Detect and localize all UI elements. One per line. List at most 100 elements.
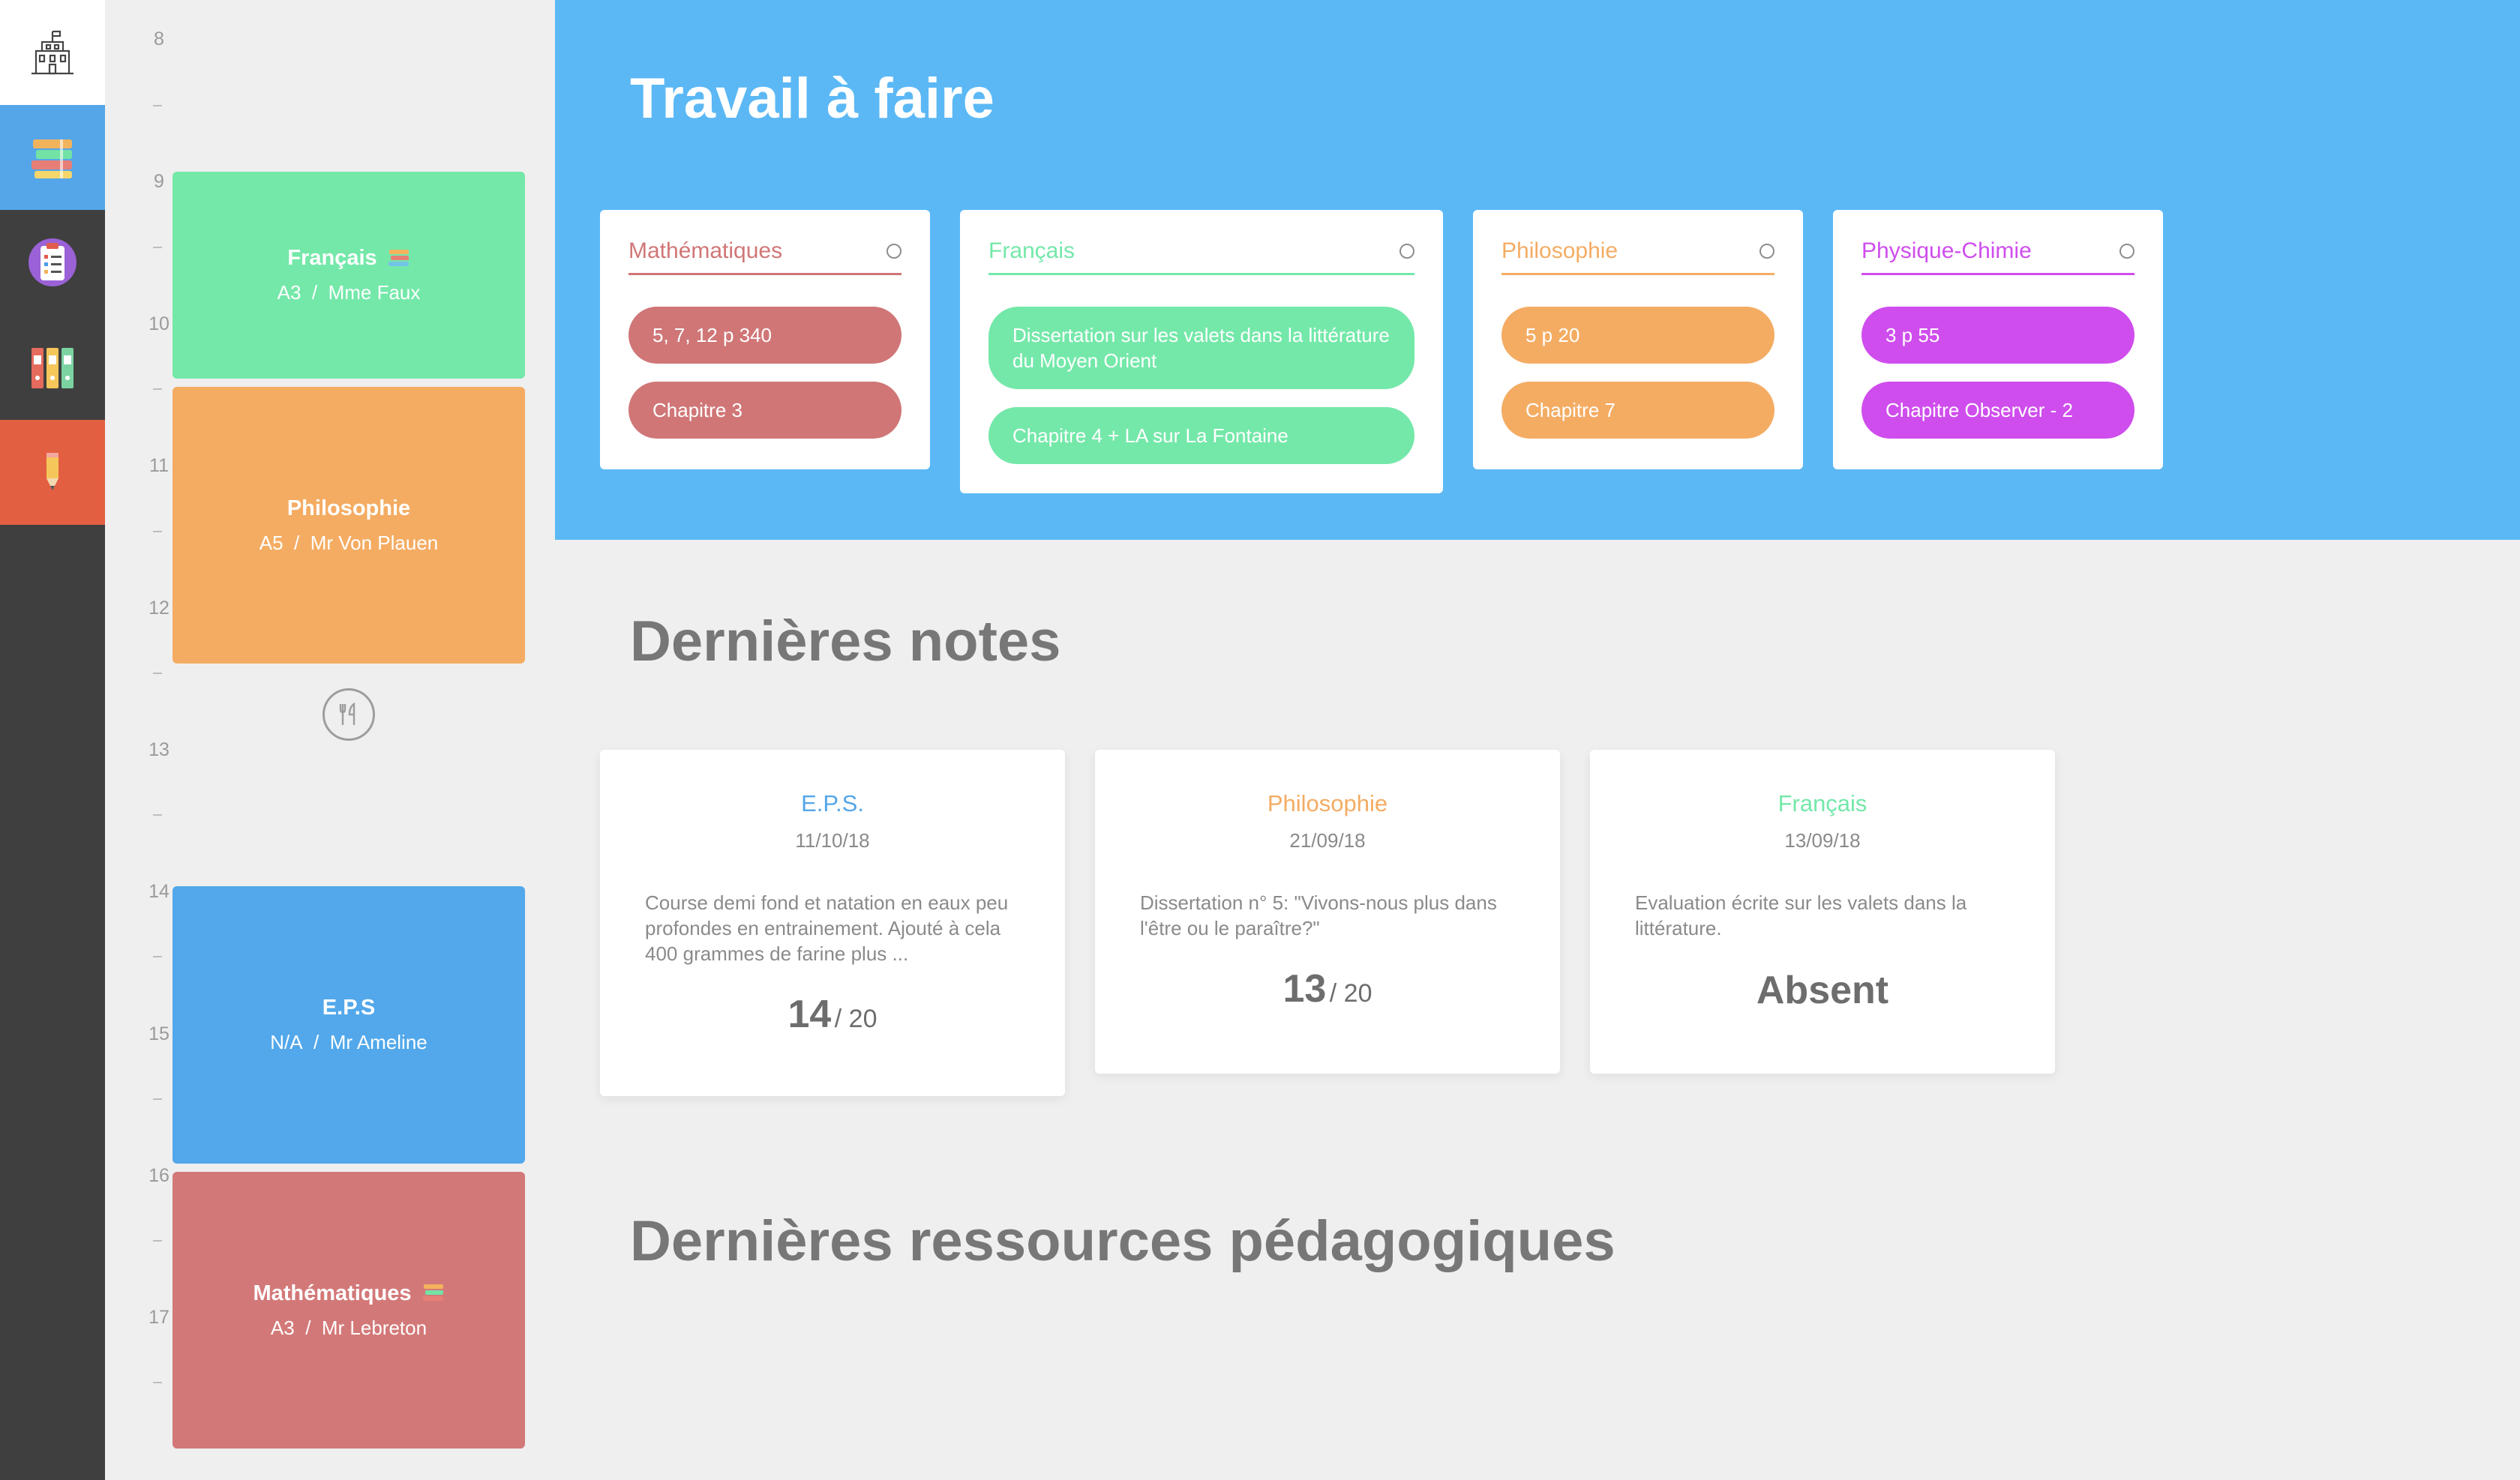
hour-label: 12 (148, 598, 170, 619)
note-grade-scale: / 20 (834, 1005, 878, 1033)
note-grade-scale: / 20 (1329, 979, 1372, 1008)
course-room: A3 (277, 281, 302, 304)
course-details: N/A / Mr Ameline (270, 1031, 428, 1054)
homework-done-toggle[interactable] (2120, 244, 2134, 259)
pencil-icon (46, 453, 58, 490)
course-teacher: Mme Faux (328, 281, 421, 304)
rail-evaluations-button[interactable] (0, 210, 105, 315)
course-separator: / (305, 1316, 311, 1339)
course-title-row: Philosophie (287, 496, 410, 521)
notes-title: Dernières notes (630, 610, 1061, 673)
note-absent-label: Absent (1756, 969, 1889, 1012)
hour-label: 13 (148, 739, 170, 760)
hour-label: 14 (148, 881, 170, 902)
course-title-row: Mathématiques (253, 1281, 444, 1306)
school-icon (32, 30, 74, 75)
homework-done-toggle[interactable] (1400, 244, 1414, 259)
homework-subject: Physique-Chimie (1862, 238, 2032, 263)
half-hour-mark (153, 1382, 162, 1383)
homework-card: Physique-Chimie 3 p 55 Chapitre Observer… (1833, 210, 2163, 469)
rail-documents-button[interactable] (0, 315, 105, 420)
homework-card: Mathématiques 5, 7, 12 p 340 Chapitre 3 (600, 210, 930, 469)
clipboard-icon (28, 238, 76, 286)
note-date: 11/10/18 (795, 829, 870, 852)
homework-task[interactable]: Dissertation sur les valets dans la litt… (988, 307, 1414, 389)
hour-label: 16 (148, 1165, 170, 1186)
course-details: A3 / Mme Faux (278, 281, 421, 304)
homework-section: Travail à faire Mathématiques 5, 7, 12 p… (555, 0, 2520, 540)
hour-label: 10 (148, 313, 170, 334)
hour-label: 9 (154, 171, 164, 192)
homework-books-icon (422, 1284, 443, 1301)
homework-card-header: Physique-Chimie (1862, 238, 2134, 275)
homework-card-header: Philosophie (1502, 238, 1774, 275)
half-hour-mark (153, 1240, 162, 1242)
day-schedule: 8 9 10 11 12 13 14 15 16 17 Français A3 … (105, 0, 555, 1480)
rail-tools-button[interactable] (0, 420, 105, 525)
half-hour-mark (153, 388, 162, 390)
homework-task[interactable]: 3 p 55 (1862, 307, 2134, 364)
course-title: E.P.S (322, 996, 376, 1020)
course-block-mathematiques[interactable]: Mathématiques A3 / Mr Lebreton (172, 1172, 525, 1449)
note-description: Dissertation n° 5: "Vivons-nous plus dan… (1140, 891, 1497, 939)
course-block-philosophie[interactable]: Philosophie A5 / Mr Von Plauen (172, 387, 525, 664)
course-block-francais[interactable]: Français A3 / Mme Faux (172, 172, 525, 379)
course-title: Français (287, 246, 377, 270)
half-hour-mark (153, 105, 162, 106)
course-separator: / (314, 1031, 320, 1053)
homework-done-toggle[interactable] (886, 244, 902, 259)
course-room: N/A (270, 1031, 303, 1053)
course-title: Philosophie (286, 496, 411, 520)
homework-task[interactable]: 5 p 20 (1502, 307, 1774, 364)
homework-subject: Mathématiques (628, 238, 783, 263)
hour-label: 15 (148, 1023, 170, 1044)
homework-books-icon (388, 249, 409, 266)
icon-rail (0, 0, 105, 1480)
homework-task[interactable]: Chapitre 3 (628, 382, 902, 439)
hour-label: 11 (149, 455, 169, 476)
course-room: A5 (259, 531, 284, 554)
course-block-eps[interactable]: E.P.S N/A / Mr Ameline (172, 886, 525, 1164)
homework-task[interactable]: 5, 7, 12 p 340 (628, 307, 902, 364)
course-details: A5 / Mr Von Plauen (260, 532, 439, 555)
note-card[interactable]: E.P.S. 11/10/18 Course demi fond et nata… (600, 750, 1065, 1096)
note-grade-value: 14 (788, 993, 832, 1036)
course-separator: / (311, 281, 318, 304)
binders-icon (32, 348, 74, 388)
note-subject: E.P.S. (801, 790, 864, 816)
note-date: 21/09/18 (1289, 829, 1366, 852)
note-card[interactable]: Français 13/09/18 Evaluation écrite sur … (1590, 750, 2055, 1074)
homework-card-header: Français (988, 238, 1414, 275)
note-grade-value: 13 (1282, 967, 1327, 1011)
hour-label: 17 (148, 1307, 170, 1328)
course-teacher: Mr Von Plauen (310, 531, 439, 554)
homework-task[interactable]: Chapitre Observer - 2 (1862, 382, 2134, 439)
note-subject: Philosophie (1267, 790, 1388, 816)
homework-task[interactable]: Chapitre 7 (1502, 382, 1774, 439)
half-hour-mark (153, 1098, 162, 1100)
homework-subject: Français (988, 238, 1076, 263)
course-teacher: Mr Ameline (329, 1031, 428, 1053)
homework-task[interactable]: Chapitre 4 + LA sur La Fontaine (988, 407, 1414, 464)
course-title-row: E.P.S (322, 996, 375, 1020)
note-grade: 13 / 20 (1140, 966, 1515, 1011)
course-room: A3 (270, 1316, 295, 1339)
note-subject: Français (1778, 790, 1868, 816)
homework-card: Philosophie 5 p 20 Chapitre 7 (1473, 210, 1803, 469)
note-grade: 14 / 20 (645, 992, 1020, 1037)
course-separator: / (294, 531, 300, 554)
lunch-break-icon (322, 688, 375, 741)
half-hour-mark (153, 673, 162, 674)
note-card[interactable]: Philosophie 21/09/18 Dissertation n° 5: … (1095, 750, 1560, 1074)
books-icon (32, 139, 72, 178)
school-logo-button[interactable] (0, 0, 105, 105)
note-date: 13/09/18 (1784, 829, 1861, 852)
course-title: Mathématiques (253, 1281, 412, 1305)
resources-title: Dernières ressources pédagogiques (630, 1209, 1616, 1273)
hour-label: 8 (154, 28, 164, 49)
rail-homework-button[interactable] (0, 105, 105, 210)
homework-done-toggle[interactable] (1760, 244, 1774, 259)
main-content: Travail à faire Mathématiques 5, 7, 12 p… (555, 0, 2520, 1480)
note-description: Evaluation écrite sur les valets dans la… (1635, 891, 1967, 939)
half-hour-mark (153, 247, 162, 248)
